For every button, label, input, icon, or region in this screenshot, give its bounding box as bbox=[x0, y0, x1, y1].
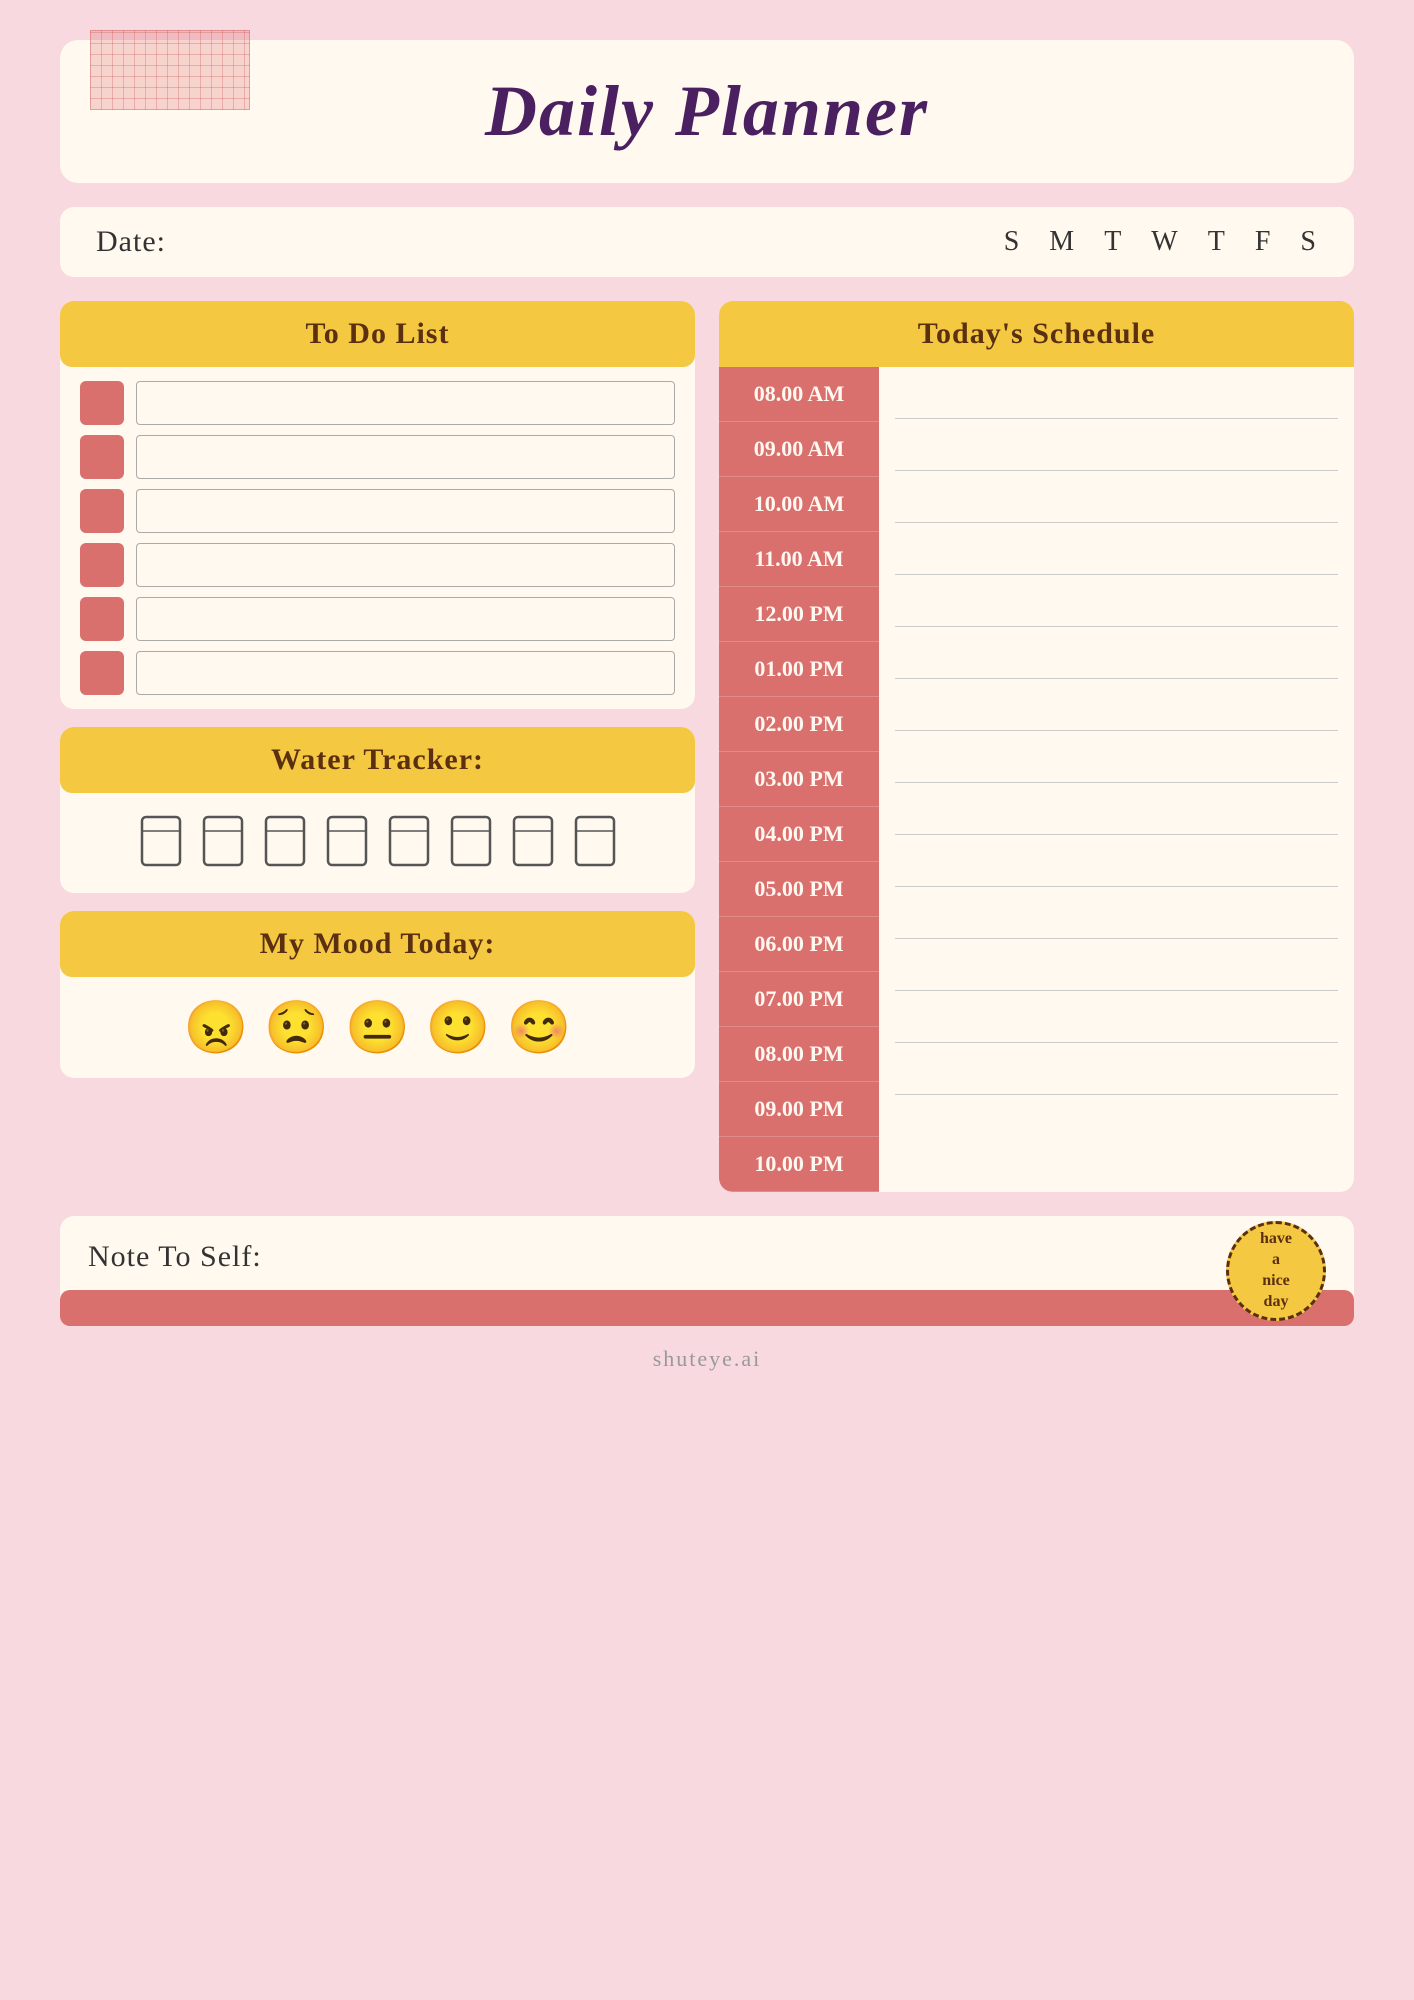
mood-very-happy[interactable]: 😊 bbox=[507, 997, 572, 1058]
time-column: 08.00 AM 09.00 AM 10.00 AM 11.00 AM 12.0… bbox=[719, 367, 879, 1192]
water-cup-7[interactable] bbox=[506, 813, 560, 873]
todo-item-4 bbox=[80, 543, 675, 587]
date-label: Date: bbox=[96, 225, 166, 259]
mood-neutral[interactable]: 😐 bbox=[345, 997, 410, 1058]
event-0900am[interactable] bbox=[895, 419, 1338, 471]
todo-input-4[interactable] bbox=[136, 543, 675, 587]
page-title: Daily Planner bbox=[100, 70, 1314, 153]
schedule-body: 08.00 AM 09.00 AM 10.00 AM 11.00 AM 12.0… bbox=[719, 367, 1354, 1192]
water-cups bbox=[60, 793, 695, 893]
time-0100pm: 01.00 PM bbox=[719, 642, 879, 697]
time-0700pm: 07.00 PM bbox=[719, 972, 879, 1027]
event-0100pm[interactable] bbox=[895, 627, 1338, 679]
note-section: Note To Self: haveaniceday bbox=[60, 1216, 1354, 1326]
time-0200pm: 02.00 PM bbox=[719, 697, 879, 752]
day-s1: S bbox=[1004, 226, 1022, 258]
event-1100am[interactable] bbox=[895, 523, 1338, 575]
water-cup-4[interactable] bbox=[320, 813, 374, 873]
event-1000am[interactable] bbox=[895, 471, 1338, 523]
date-row: Date: S M T W T F S bbox=[60, 207, 1354, 277]
time-1000am: 10.00 AM bbox=[719, 477, 879, 532]
header-card: Daily Planner bbox=[60, 40, 1354, 183]
note-label: Note To Self: bbox=[88, 1240, 262, 1274]
days-of-week: S M T W T F S bbox=[1004, 226, 1318, 258]
time-0400pm: 04.00 PM bbox=[719, 807, 879, 862]
day-s2: S bbox=[1300, 226, 1318, 258]
mood-sad[interactable]: 😟 bbox=[264, 997, 329, 1058]
event-0400pm[interactable] bbox=[895, 783, 1338, 835]
day-w: W bbox=[1151, 226, 1179, 258]
event-0800am[interactable] bbox=[895, 367, 1338, 419]
mood-emojis: 😠 😟 😐 🙂 😊 bbox=[60, 977, 695, 1078]
washi-tape-decoration bbox=[90, 30, 250, 110]
todo-header: To Do List bbox=[60, 301, 695, 367]
event-0500pm[interactable] bbox=[895, 835, 1338, 887]
time-1000pm: 10.00 PM bbox=[719, 1137, 879, 1192]
todo-checkbox-5[interactable] bbox=[80, 597, 124, 641]
time-0800pm: 08.00 PM bbox=[719, 1027, 879, 1082]
time-0800am: 08.00 AM bbox=[719, 367, 879, 422]
schedule-section: Today's Schedule 08.00 AM 09.00 AM 10.00… bbox=[719, 301, 1354, 1192]
event-0700pm[interactable] bbox=[895, 939, 1338, 991]
water-cup-3[interactable] bbox=[258, 813, 312, 873]
footer: shuteye.ai bbox=[60, 1346, 1354, 1372]
todo-item-5 bbox=[80, 597, 675, 641]
water-cup-2[interactable] bbox=[196, 813, 250, 873]
todo-input-3[interactable] bbox=[136, 489, 675, 533]
event-0800pm[interactable] bbox=[895, 991, 1338, 1043]
time-0600pm: 06.00 PM bbox=[719, 917, 879, 972]
page: Daily Planner Date: S M T W T F S To Do … bbox=[60, 40, 1354, 1372]
water-header: Water Tracker: bbox=[60, 727, 695, 793]
main-grid: To Do List bbox=[60, 301, 1354, 1192]
todo-checkbox-4[interactable] bbox=[80, 543, 124, 587]
time-0300pm: 03.00 PM bbox=[719, 752, 879, 807]
todo-checkbox-2[interactable] bbox=[80, 435, 124, 479]
left-column: To Do List bbox=[60, 301, 695, 1192]
mood-happy[interactable]: 🙂 bbox=[426, 997, 491, 1058]
todo-input-1[interactable] bbox=[136, 381, 675, 425]
time-1200pm: 12.00 PM bbox=[719, 587, 879, 642]
water-cup-1[interactable] bbox=[134, 813, 188, 873]
event-1000pm[interactable] bbox=[895, 1095, 1338, 1147]
time-0900am: 09.00 AM bbox=[719, 422, 879, 477]
schedule-header: Today's Schedule bbox=[719, 301, 1354, 367]
time-1100am: 11.00 AM bbox=[719, 532, 879, 587]
todo-section: To Do List bbox=[60, 301, 695, 709]
water-cup-5[interactable] bbox=[382, 813, 436, 873]
todo-items bbox=[60, 367, 695, 709]
mood-section: My Mood Today: 😠 😟 😐 🙂 😊 bbox=[60, 911, 695, 1078]
day-t2: T bbox=[1208, 226, 1227, 258]
todo-checkbox-3[interactable] bbox=[80, 489, 124, 533]
right-column: Today's Schedule 08.00 AM 09.00 AM 10.00… bbox=[719, 301, 1354, 1192]
water-section: Water Tracker: bbox=[60, 727, 695, 893]
time-0500pm: 05.00 PM bbox=[719, 862, 879, 917]
todo-item-6 bbox=[80, 651, 675, 695]
event-column bbox=[879, 367, 1354, 1192]
day-t1: T bbox=[1104, 226, 1123, 258]
mood-header: My Mood Today: bbox=[60, 911, 695, 977]
event-0200pm[interactable] bbox=[895, 679, 1338, 731]
event-0600pm[interactable] bbox=[895, 887, 1338, 939]
day-m: M bbox=[1049, 226, 1076, 258]
note-area[interactable] bbox=[60, 1290, 1354, 1326]
event-1200pm[interactable] bbox=[895, 575, 1338, 627]
todo-input-2[interactable] bbox=[136, 435, 675, 479]
have-nice-day-badge: haveaniceday bbox=[1226, 1221, 1326, 1321]
todo-checkbox-1[interactable] bbox=[80, 381, 124, 425]
water-cup-8[interactable] bbox=[568, 813, 622, 873]
event-0300pm[interactable] bbox=[895, 731, 1338, 783]
event-0900pm[interactable] bbox=[895, 1043, 1338, 1095]
water-cup-6[interactable] bbox=[444, 813, 498, 873]
todo-input-5[interactable] bbox=[136, 597, 675, 641]
mood-angry[interactable]: 😠 bbox=[184, 997, 249, 1058]
todo-item-1 bbox=[80, 381, 675, 425]
todo-checkbox-6[interactable] bbox=[80, 651, 124, 695]
day-f: F bbox=[1255, 226, 1273, 258]
brand-name: shuteye.ai bbox=[653, 1346, 762, 1371]
time-0900pm: 09.00 PM bbox=[719, 1082, 879, 1137]
todo-item-2 bbox=[80, 435, 675, 479]
todo-input-6[interactable] bbox=[136, 651, 675, 695]
todo-item-3 bbox=[80, 489, 675, 533]
